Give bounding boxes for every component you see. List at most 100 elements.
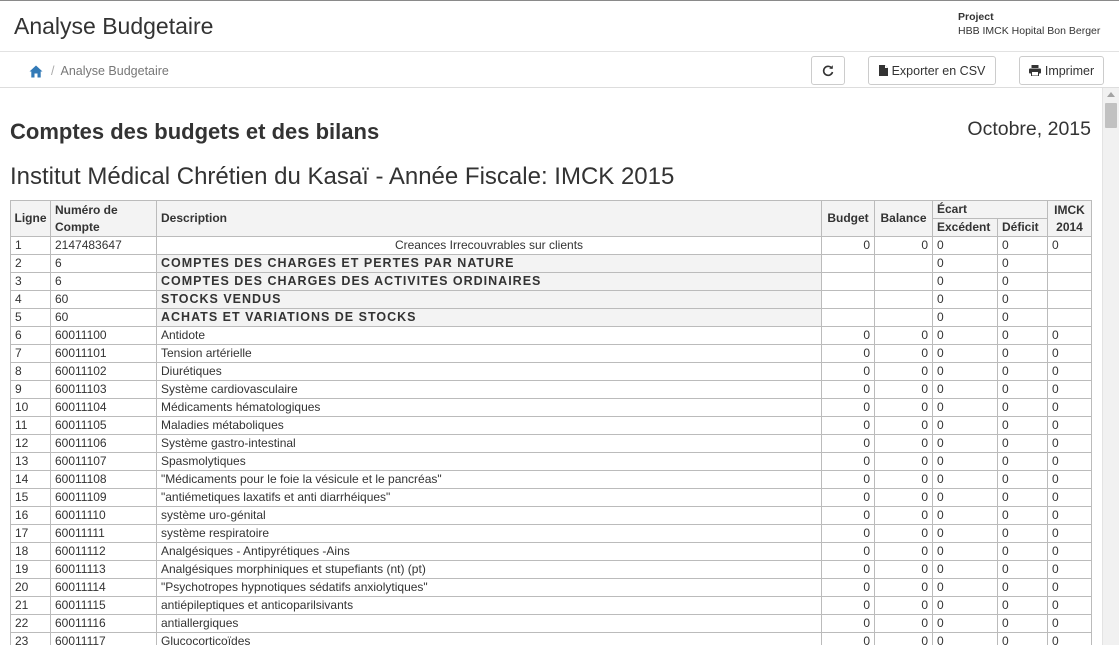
- cell-ligne: 10: [10, 398, 51, 417]
- cell-budget: 0: [821, 236, 875, 255]
- cell-balance: 0: [874, 452, 933, 471]
- print-label: Imprimer: [1044, 63, 1095, 78]
- refresh-button[interactable]: [811, 56, 845, 85]
- table-body: 1 2147483647 Creances Irrecouvrables sur c…: [10, 236, 1092, 645]
- cell-ligne: 14: [10, 470, 51, 489]
- home-icon[interactable]: [29, 65, 43, 78]
- cell-excedent: 0: [932, 632, 998, 645]
- col-header-deficit: Déficit: [997, 218, 1048, 237]
- table-row: 8 60011102 Diurétiques 0 0 0 0 0: [10, 362, 1092, 381]
- cell-description: COMPTES DES CHARGES ET PERTES PAR NATURE: [156, 254, 822, 273]
- export-csv-label: Exporter en CSV: [891, 63, 986, 78]
- cell-budget: 0: [821, 596, 875, 615]
- cell-budget: 0: [821, 380, 875, 399]
- cell-balance: 0: [874, 506, 933, 525]
- cell-compte: 60011113: [50, 560, 157, 579]
- col-header-excedent: Excédent: [932, 218, 998, 237]
- cell-deficit: 0: [997, 380, 1048, 399]
- breadcrumb-separator: /: [51, 64, 55, 78]
- cell-ligne: 21: [10, 596, 51, 615]
- report-subtitle: Institut Médical Chrétien du Kasaï - Ann…: [10, 163, 675, 190]
- table-row: 21 60011115 antiépileptiques et anticopari…: [10, 596, 1092, 615]
- project-name[interactable]: HBB IMCK Hopital Bon Berger: [958, 24, 1100, 38]
- vertical-scrollbar[interactable]: [1102, 88, 1119, 645]
- cell-compte: 60011104: [50, 398, 157, 417]
- cell-excedent: 0: [932, 272, 998, 291]
- table-row: 11 60011105 Maladies métaboliques 0 0 0 0 0: [10, 416, 1092, 435]
- cell-deficit: 0: [997, 290, 1048, 309]
- table-row: 12 60011106 Système gastro-intestinal 0 0 0 0 0: [10, 434, 1092, 453]
- cell-budget: 0: [821, 326, 875, 345]
- cell-balance: 0: [874, 236, 933, 255]
- cell-budget: 0: [821, 614, 875, 633]
- cell-description: antiépileptiques et anticoparilsivants: [156, 596, 822, 615]
- cell-description: Glucocorticoïdes: [156, 632, 822, 645]
- cell-balance: 0: [874, 488, 933, 507]
- cell-imck: 0: [1047, 578, 1092, 597]
- cell-budget: 0: [821, 542, 875, 561]
- table-row: 19 60011113 Analgésiques morphiniques et s…: [10, 560, 1092, 579]
- cell-imck: 0: [1047, 632, 1092, 645]
- cell-compte: 60011110: [50, 506, 157, 525]
- cell-balance: 0: [874, 632, 933, 645]
- cell-description: Spasmolytiques: [156, 452, 822, 471]
- cell-balance: 0: [874, 578, 933, 597]
- cell-deficit: 0: [997, 632, 1048, 645]
- table-row: 13 60011107 Spasmolytiques 0 0 0 0 0: [10, 452, 1092, 471]
- cell-compte: 60011107: [50, 452, 157, 471]
- table-row: 1 2147483647 Creances Irrecouvrables sur c…: [10, 236, 1092, 255]
- cell-excedent: 0: [932, 488, 998, 507]
- scroll-up-arrow-icon[interactable]: [1107, 92, 1115, 97]
- cell-compte: 60011116: [50, 614, 157, 633]
- cell-balance: [874, 290, 933, 309]
- col-header-description: Description: [156, 200, 822, 237]
- table-row: 20 60011114 "Psychotropes hypnotiques séda…: [10, 578, 1092, 597]
- cell-deficit: 0: [997, 452, 1048, 471]
- cell-deficit: 0: [997, 272, 1048, 291]
- cell-compte: 60011102: [50, 362, 157, 381]
- table-row: 6 60011100 Antidote 0 0 0 0 0: [10, 326, 1092, 345]
- cell-imck: 0: [1047, 434, 1092, 453]
- cell-balance: 0: [874, 542, 933, 561]
- cell-deficit: 0: [997, 308, 1048, 327]
- cell-ligne: 15: [10, 488, 51, 507]
- cell-balance: 0: [874, 434, 933, 453]
- scroll-thumb[interactable]: [1105, 103, 1117, 128]
- cell-deficit: 0: [997, 254, 1048, 273]
- cell-description: Analgésiques - Antipyrétiques -Ains: [156, 542, 822, 561]
- cell-imck: 0: [1047, 326, 1092, 345]
- cell-ligne: 2: [10, 254, 51, 273]
- cell-excedent: 0: [932, 362, 998, 381]
- cell-excedent: 0: [932, 416, 998, 435]
- cell-compte: 60011112: [50, 542, 157, 561]
- cell-description: Diurétiques: [156, 362, 822, 381]
- cell-imck: 0: [1047, 416, 1092, 435]
- cell-imck: 0: [1047, 236, 1092, 255]
- cell-balance: [874, 254, 933, 273]
- cell-budget: [821, 272, 875, 291]
- cell-budget: [821, 254, 875, 273]
- export-csv-button[interactable]: Exporter en CSV: [868, 56, 996, 85]
- refresh-icon: [822, 64, 834, 76]
- cell-compte: 60011101: [50, 344, 157, 363]
- cell-balance: 0: [874, 560, 933, 579]
- cell-budget: [821, 308, 875, 327]
- cell-description: antiallergiques: [156, 614, 822, 633]
- cell-compte: 60011109: [50, 488, 157, 507]
- cell-compte: 60011117: [50, 632, 157, 645]
- cell-ligne: 20: [10, 578, 51, 597]
- toolbar: / Analyse Budgetaire Exporter en CSV Imp…: [0, 52, 1119, 88]
- col-header-ecart: Écart: [932, 200, 1048, 219]
- cell-description: Antidote: [156, 326, 822, 345]
- project-label: Project: [958, 11, 994, 23]
- cell-deficit: 0: [997, 506, 1048, 525]
- table-row: 7 60011101 Tension artérielle 0 0 0 0 0: [10, 344, 1092, 363]
- table-row: 4 60 STOCKS VENDUS 0 0: [10, 290, 1092, 309]
- col-header-imck: IMCK 2014: [1047, 200, 1092, 237]
- cell-ligne: 17: [10, 524, 51, 543]
- cell-ligne: 19: [10, 560, 51, 579]
- print-button[interactable]: Imprimer: [1019, 56, 1104, 85]
- cell-budget: 0: [821, 398, 875, 417]
- cell-compte: 60011111: [50, 524, 157, 543]
- cell-imck: 0: [1047, 470, 1092, 489]
